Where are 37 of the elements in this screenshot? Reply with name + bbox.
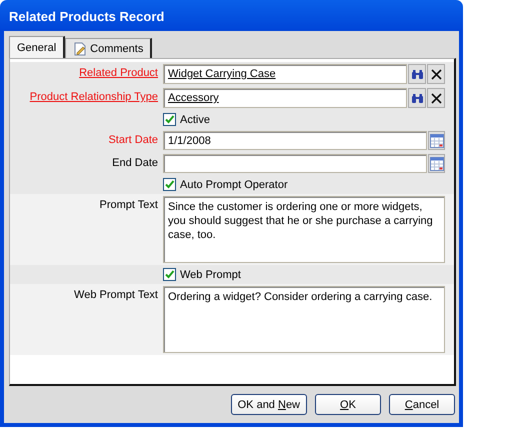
dialog-button[interactable]: OK and New xyxy=(230,394,307,415)
checkbox[interactable] xyxy=(163,268,176,281)
window-title: Related Products Record xyxy=(8,8,166,26)
field-link[interactable]: Related Product xyxy=(79,67,158,79)
clear-button[interactable] xyxy=(427,64,445,84)
dialog-button[interactable]: OK xyxy=(315,394,381,415)
date-field[interactable]: 1/1/2008 xyxy=(163,131,427,150)
tab[interactable]: Comments xyxy=(65,38,152,58)
dialog-button[interactable]: Cancel xyxy=(389,394,455,415)
input-field[interactable]: Widget Carrying Case xyxy=(163,64,407,84)
search-button[interactable] xyxy=(408,88,426,108)
calendar-icon xyxy=(430,134,444,148)
field-label: End Date xyxy=(112,157,158,169)
calendar-icon xyxy=(430,156,444,170)
text-area[interactable]: Since the customer is ordering one or more widgets, you should suggest that he or she purchase a carrying case, too. xyxy=(163,196,445,263)
checkbox-label: Auto Prompt Operator xyxy=(180,178,288,190)
field-label: Prompt Text xyxy=(100,199,158,211)
field-label: Start Date xyxy=(108,134,158,146)
calendar-button[interactable] xyxy=(428,131,445,150)
input-field[interactable]: Accessory xyxy=(163,88,407,108)
binoculars-icon xyxy=(410,92,424,104)
close-icon xyxy=(430,68,442,80)
calendar-button[interactable] xyxy=(428,154,445,173)
document-icon xyxy=(73,42,88,56)
checkbox-label: Active xyxy=(180,114,210,126)
clear-button[interactable] xyxy=(427,88,445,108)
tab[interactable]: General xyxy=(9,36,66,58)
date-field[interactable] xyxy=(163,154,427,173)
field-link[interactable]: Product Relationship Type xyxy=(30,91,158,103)
checkbox[interactable] xyxy=(163,178,176,191)
close-icon xyxy=(430,92,442,104)
checkbox[interactable] xyxy=(163,113,176,126)
field-label: Web Prompt Text xyxy=(74,289,158,301)
search-button[interactable] xyxy=(408,64,426,84)
text-area[interactable]: Ordering a widget? Consider ordering a carrying case. xyxy=(163,286,445,353)
binoculars-icon xyxy=(410,68,424,80)
checkbox-label: Web Prompt xyxy=(180,268,241,280)
